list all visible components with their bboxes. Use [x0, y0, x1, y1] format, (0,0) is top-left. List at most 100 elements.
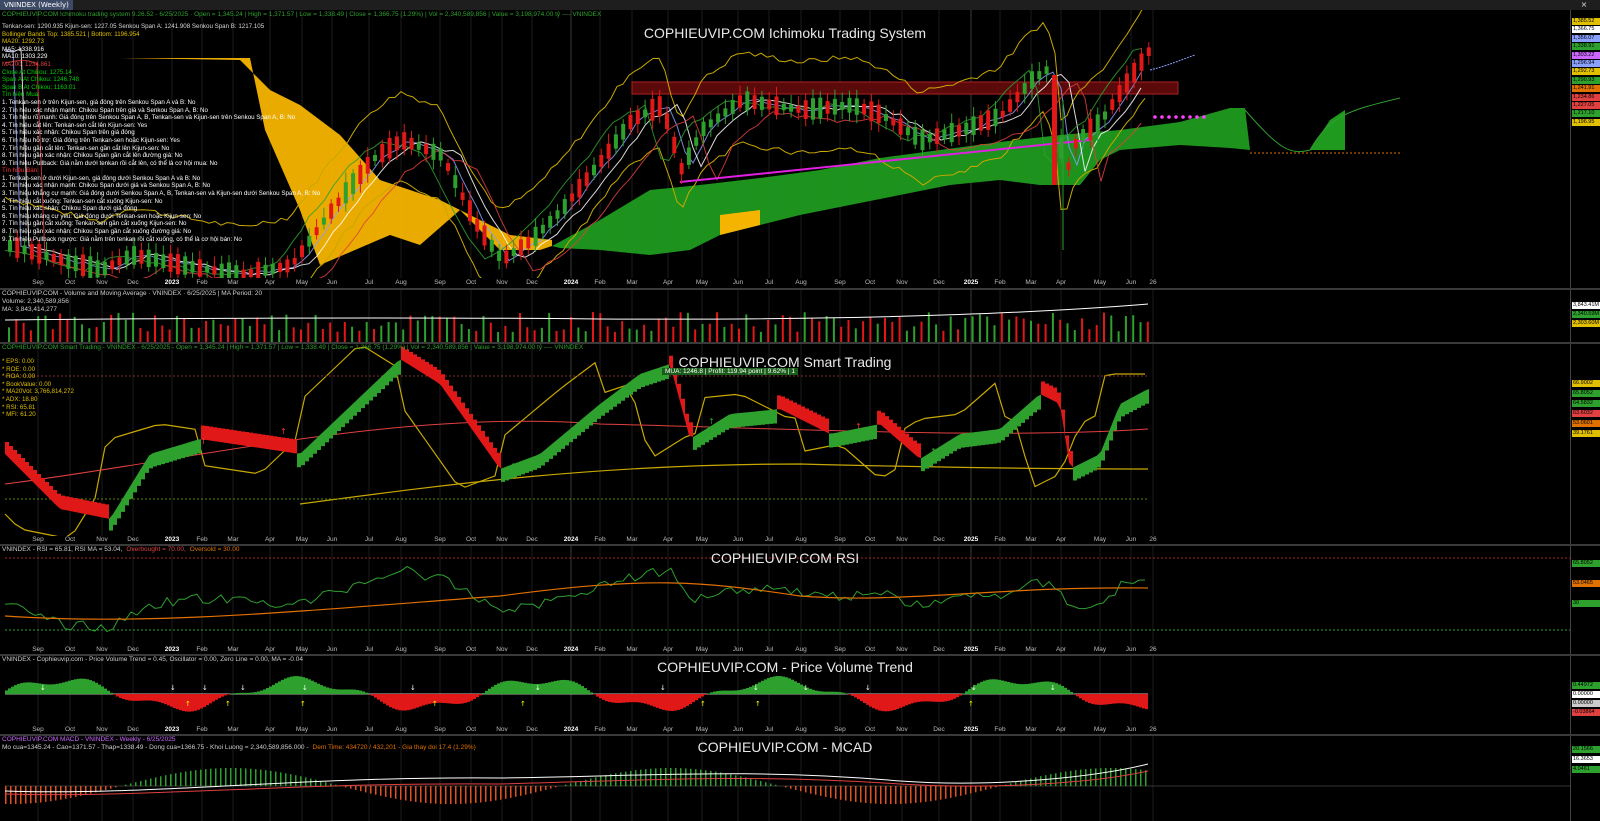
macd-negative-bar [835, 786, 837, 799]
candle-up [840, 102, 845, 110]
pvt-arrow-icon: ↑ [185, 700, 191, 708]
x-axis-tick-label: 2024 [563, 279, 579, 286]
pvt-positive-bar [1019, 684, 1022, 695]
indicator-line: Span B At Chikou: 1163.01 [2, 83, 76, 91]
indicator-line: 4. Tín hiệu cắt lên: Tenkan-sen cắt lên … [2, 121, 148, 129]
volume-bar [409, 315, 412, 342]
bull-fill [973, 431, 977, 447]
rsi-pane[interactable]: VNINDEX - RSI = 65.81, RSI MA = 53.04, Ov… [0, 546, 1570, 650]
macd-positive-bar [675, 768, 677, 787]
bear-fill [209, 426, 213, 441]
pvt-pane[interactable]: ↓ ↓ ↓ ↓ ↓ ↓ ↓ ↓ ↓ ↓ ↓ ↓ ↓ ↑ ↑ ↑ ↑ ↑ ↑ ↑ ↑ VNINDEX - Cophieuv… [0, 656, 1570, 726]
bull-fill [169, 447, 173, 462]
bull-fill [741, 412, 745, 427]
x-axis-tick-label: 2023 [164, 726, 180, 733]
volume-bar [694, 329, 697, 342]
pvt-negative-bar [419, 694, 422, 707]
pvt-positive-bar [347, 689, 350, 695]
bull-fill [833, 432, 837, 447]
x-axis-tick-label: Nov [896, 726, 908, 733]
close-window-icon[interactable]: × [1568, 0, 1600, 10]
x-axis-tick-label: Apr [1055, 726, 1067, 733]
bull-fill [545, 446, 549, 463]
macd-positive-bar [740, 776, 742, 787]
candle-down [175, 254, 180, 275]
bull-fill [1101, 441, 1105, 461]
macd-negative-bar [60, 786, 62, 800]
pvt-positive-bar [812, 689, 815, 695]
volume-bar [526, 327, 529, 342]
pvt-scale[interactable]: 0.44972 0.00000 0.00000 -0.03864 [1570, 656, 1600, 734]
x-axis-tick-label: Aug [795, 536, 807, 543]
smart-trading-pane[interactable]: ↑ ↑ ↑ ↑ ↑ ↑ ↑ ↑ COPHIEUVIP.COM Smart Trading - … [0, 344, 1570, 536]
pvt-negative-bar [914, 694, 917, 703]
pvt-negative-bar [134, 694, 137, 701]
candle-up [154, 253, 158, 267]
pvt-negative-bar [155, 694, 158, 702]
volume-scale[interactable]: 3,843.41M 2,340.59M 2,303.60M [1570, 290, 1600, 342]
macd-positive-bar [665, 768, 667, 787]
x-axis-tick-label: Nov [496, 536, 508, 543]
pvt-negative-bar [689, 694, 692, 705]
x-axis-tick-label: Apr [1055, 646, 1067, 653]
ichimoku-pane[interactable]: COPHIEUVIP.COM Ichimoku trading system 9… [0, 10, 1570, 278]
candle-down [665, 113, 669, 130]
x-axis-tick-label: Jun [732, 646, 744, 653]
volume-bar [847, 319, 850, 342]
pvt-negative-bar [440, 694, 443, 703]
volume-bar [759, 331, 762, 342]
pvt-positive-bar [5, 690, 8, 695]
volume-bar [920, 321, 923, 342]
pvt-negative-bar [389, 694, 392, 708]
x-axis-tick-label: May [695, 279, 709, 286]
bull-fill [185, 442, 189, 457]
chart-tab[interactable]: VNINDEX (Weekly) [0, 0, 73, 10]
pvt-arrow-icon: ↓ [170, 684, 176, 692]
price-tag: 1,292.73 [1572, 68, 1600, 76]
macd-positive-bar [1145, 770, 1147, 787]
pvt-positive-bar [788, 678, 791, 695]
macd-negative-bar [980, 786, 982, 792]
bull-fill [373, 380, 377, 397]
macd-positive-bar [685, 768, 687, 787]
bull-fill [1021, 407, 1025, 423]
macd-scale[interactable]: 20.1566 16.3653 4.0461 [1570, 736, 1600, 821]
volume-bar [898, 316, 901, 342]
pvt-positive-bar [575, 682, 578, 695]
macd-positive-bar [655, 768, 657, 787]
bear-fill [21, 458, 25, 474]
volume-bar [511, 331, 514, 342]
pvt-positive-bar [62, 682, 65, 695]
x-axis-tick-label: Jun [326, 646, 338, 653]
pvt-negative-bar [851, 694, 854, 696]
macd-negative-bar [945, 786, 947, 799]
pvt-positive-bar [830, 691, 833, 695]
pvt-positive-bar [350, 689, 353, 695]
macd-pane[interactable]: COPHIEUVIP.COM MACD - VNINDEX - Weekly -… [0, 736, 1570, 821]
pvt-negative-bar [203, 694, 206, 707]
smart-trading-scale[interactable]: 66.9002 65.8052 64.5832 63.6032 53.0601 39.17… [1570, 344, 1600, 544]
pvt-positive-bar [236, 692, 239, 695]
bull-fill [1117, 403, 1121, 422]
volume-bar [329, 322, 332, 342]
bear-fill [65, 496, 69, 511]
pvt-negative-bar [1142, 694, 1145, 709]
candle-up [1030, 71, 1034, 89]
rsi-scale[interactable]: 65.8052 53.0465 30 [1570, 546, 1600, 654]
bear-fill [1053, 387, 1057, 403]
bear-fill [1041, 381, 1045, 397]
macd-negative-bar [820, 786, 822, 796]
candle-up [1022, 83, 1027, 94]
signal-arrow-icon: ↑ [855, 422, 862, 431]
pvt-positive-bar [998, 679, 1001, 695]
volume-pane[interactable]: COPHIEUVIP.COM - Volume and Moving Avera… [0, 290, 1570, 342]
pvt-negative-bar [680, 694, 683, 709]
macd-positive-bar [1065, 771, 1067, 787]
candle-down [891, 118, 896, 126]
x-axis-tick-label: Mar [626, 646, 638, 653]
x-axis-tick-label: Mar [227, 279, 239, 286]
pvt-negative-bar [878, 694, 881, 711]
bull-fill [837, 431, 841, 447]
pvt-positive-bar [308, 679, 311, 695]
ichimoku-price-scale[interactable]: 1,385.52 1,366.75 1,356.07 1,338.91 1,303.22… [1570, 10, 1600, 288]
